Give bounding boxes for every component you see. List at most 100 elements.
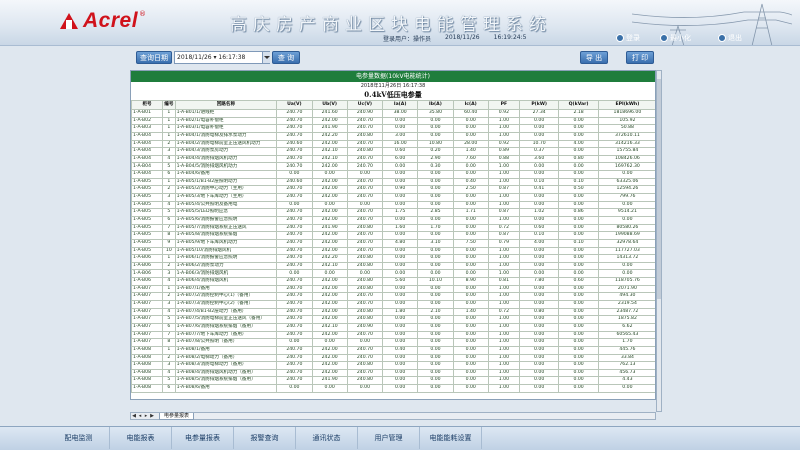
table-cell: 240.80 bbox=[346, 284, 384, 294]
table-cell: 1-A-B06 bbox=[131, 261, 164, 271]
table-cell: 0.87 bbox=[487, 208, 520, 217]
table-cell: 27.34 bbox=[518, 109, 560, 118]
table-cell: 0.89 bbox=[487, 147, 520, 156]
table-cell: 1.00 bbox=[487, 177, 520, 187]
table-cell: 0.00 bbox=[558, 193, 599, 202]
table-cell: 0.00 bbox=[597, 200, 655, 210]
table-cell: 4 bbox=[162, 368, 176, 378]
table-cell: 240.70 bbox=[346, 208, 384, 217]
table-cell: 1-A-B08/1/备用 bbox=[174, 345, 278, 355]
table-cell: 0.00 bbox=[417, 193, 454, 202]
table-cell: 242.00 bbox=[311, 231, 348, 240]
table-row: 1-A-B03 1 1-A-B03/1/电容补偿柜 240.70 241.90 240.7… bbox=[131, 124, 655, 133]
nav-item[interactable]: 电能报表 bbox=[110, 427, 172, 449]
table-cell: 1.00 bbox=[487, 215, 520, 225]
last-sheet-icon[interactable]: ▶ bbox=[149, 413, 155, 419]
table-cell: 10.80 bbox=[417, 139, 454, 149]
table-cell: 10.70 bbox=[518, 139, 560, 149]
report-title: 电参量数据(10kV电能统计) bbox=[131, 71, 655, 82]
table-cell: 0.00 bbox=[558, 215, 599, 225]
table-cell: 242.00 bbox=[311, 315, 348, 324]
table-cell: 1.00 bbox=[487, 384, 520, 393]
table-cell: 1-A-B08/2/电梯动力（备用） bbox=[174, 353, 278, 363]
table-cell: 0.00 bbox=[597, 261, 655, 271]
nav-item[interactable]: 配电监测 bbox=[48, 427, 110, 449]
table-cell: 1-A-B08 bbox=[131, 353, 164, 363]
table-cell: 3.60 bbox=[518, 154, 560, 164]
table-cell: 0.00 bbox=[518, 269, 560, 279]
table-cell: 0.72 bbox=[487, 223, 520, 233]
table-cell: 1.00 bbox=[487, 162, 520, 172]
export-button[interactable]: 导 出 bbox=[580, 51, 608, 64]
nav-item[interactable]: 报警查询 bbox=[234, 427, 296, 449]
login-button[interactable]: 登录 bbox=[616, 32, 640, 44]
minimize-button[interactable]: 最小化 bbox=[660, 32, 691, 44]
table-cell: 240.70 bbox=[276, 307, 313, 317]
table-cell: 0.00 bbox=[558, 162, 599, 172]
vertical-scrollbar[interactable] bbox=[656, 70, 662, 412]
table-cell: 0.00 bbox=[382, 170, 419, 179]
table-cell: 0.00 bbox=[597, 170, 655, 179]
exit-button[interactable]: 退出 bbox=[718, 32, 742, 44]
query-button[interactable]: 查 询 bbox=[272, 51, 300, 64]
table-cell: 1.40 bbox=[452, 147, 489, 156]
nav-item[interactable]: 电能能耗设置 bbox=[420, 427, 482, 449]
table-cell: 3.10 bbox=[417, 238, 454, 248]
table-cell: 0.00 bbox=[417, 261, 454, 271]
table-cell: 0.00 bbox=[518, 193, 560, 202]
user-info: 登录用户：操作员 2018/11/26 16:19:24:5 bbox=[383, 34, 526, 43]
table-cell: 0.00 bbox=[417, 368, 454, 378]
table-cell: 1-A-B07/2/消防控制中心(1)（备用） bbox=[174, 292, 278, 301]
table-cell: 240.70 bbox=[346, 193, 384, 202]
print-button[interactable]: 打 印 bbox=[626, 51, 654, 64]
table-row: 1-A-B05 7 1-A-B05/7/消防排烟系统正压送风 240.70 241.90… bbox=[131, 223, 655, 233]
table-cell: 7 bbox=[162, 330, 176, 340]
table-cell: 242.00 bbox=[311, 330, 348, 340]
table-cell: 1-A-B08/3/消防电梯动力（备用） bbox=[174, 361, 278, 370]
sheet-tab-bar: ◀ ◂ ▸ ▶ 电参量报表 bbox=[130, 412, 656, 420]
table-row: 1-A-B06 3 1-A-B06/3/消防排烟风机 0.00 0.00 0.00 0.00… bbox=[131, 269, 655, 279]
table-cell: 242.00 bbox=[311, 185, 348, 195]
table-cell: 0.60 bbox=[558, 277, 599, 286]
table-cell: 0.00 bbox=[452, 384, 489, 393]
sheet-tab[interactable]: 电参量报表 bbox=[159, 412, 195, 420]
table-cell: 10.10 bbox=[417, 277, 454, 286]
table-cell: 1 bbox=[162, 254, 176, 263]
report-datetime: 2018年11月26日 16:17:38 bbox=[360, 83, 426, 89]
table-cell: 0.92 bbox=[487, 109, 520, 118]
table-cell: 242.00 bbox=[311, 177, 348, 187]
table-cell: 5 bbox=[162, 162, 176, 172]
table-cell: 0.00 bbox=[452, 269, 489, 279]
chevron-down-icon[interactable] bbox=[262, 52, 270, 63]
nav-item[interactable]: 通讯状态 bbox=[296, 427, 358, 449]
table-cell: 0.00 bbox=[518, 261, 560, 271]
table-row: 1-A-B04 5 1-A-B04/5/消防排烟风机动力 240.70 242.00 24… bbox=[131, 162, 655, 172]
table-cell: 35.80 bbox=[417, 109, 454, 118]
table-cell: 0.00 bbox=[518, 330, 560, 340]
table-cell: 240.70 bbox=[346, 345, 384, 355]
date-time-input[interactable]: 2018/11/26 ▾ 16:17:38 bbox=[174, 51, 270, 64]
table-cell: 0.00 bbox=[558, 361, 599, 370]
table-cell: 0.00 bbox=[452, 254, 489, 263]
nav-item[interactable]: 电参量报表 bbox=[172, 427, 234, 449]
table-cell: 0.00 bbox=[452, 215, 489, 225]
table-cell: 1-A-B04 bbox=[131, 139, 164, 149]
query-date-label: 查询日期 bbox=[136, 51, 172, 64]
table-cell: 1-A-B07 bbox=[131, 292, 164, 301]
table-cell: 240.70 bbox=[346, 162, 384, 172]
table-cell: 0.00 bbox=[417, 170, 454, 179]
scrollbar-thumb[interactable] bbox=[657, 79, 661, 299]
table-cell: 242.00 bbox=[311, 215, 348, 225]
table-cell: 1-A-B05 bbox=[131, 246, 164, 256]
table-cell: 240.70 bbox=[276, 330, 313, 340]
table-cell: 6 bbox=[162, 384, 176, 393]
table-cell: 2 bbox=[162, 185, 176, 195]
data-table: 柜号 编号 回路名称 Ua(V) Ub(V) Uc(V) Ia(A) Ib(A) Ic(A) PF… bbox=[131, 100, 655, 393]
table-cell: 1-A-B07 bbox=[131, 322, 164, 332]
table-row: 1-A-B05 9 1-A-B05/9/地下车库风机动力 240.70 242.00 24… bbox=[131, 238, 655, 248]
table-cell: 2 bbox=[162, 139, 176, 149]
table-cell: 1-A-B08 bbox=[131, 345, 164, 355]
table-cell: 1-A-B05 bbox=[131, 223, 164, 233]
table-cell: 372610.11 bbox=[597, 131, 655, 141]
nav-item[interactable]: 用户管理 bbox=[358, 427, 420, 449]
